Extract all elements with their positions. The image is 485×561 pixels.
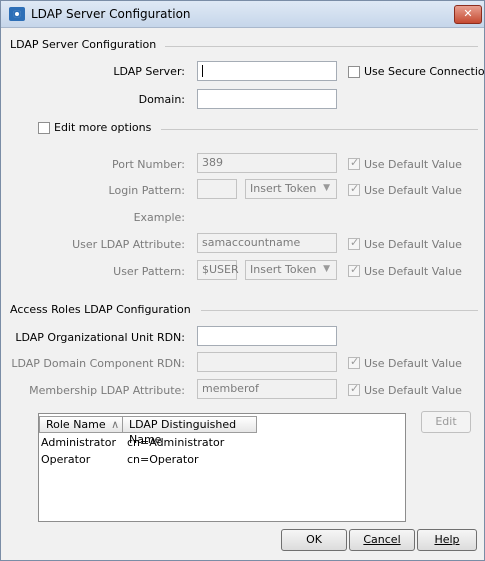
server-section-title: LDAP Server Configuration [10, 38, 157, 51]
membership-label: Membership LDAP Attribute: [29, 384, 185, 397]
edit-more-options-checkbox[interactable] [38, 122, 50, 134]
user-pattern-label: User Pattern: [113, 265, 185, 278]
dc-default-checkbox[interactable] [348, 355, 360, 369]
dc-default-label: Use Default Value [364, 357, 462, 370]
cancel-button[interactable]: Cancel [349, 529, 415, 551]
ldap-server-label: LDAP Server: [113, 65, 185, 78]
login-insert-token-select[interactable]: Insert Token ▼ [245, 179, 337, 199]
user-insert-token-select[interactable]: Insert Token ▼ [245, 260, 337, 280]
ldap-config-dialog: LDAP Server Configuration ✕ LDAP Server … [0, 0, 485, 561]
membership-default-checkbox[interactable] [348, 382, 360, 396]
ldap-server-input[interactable] [197, 61, 337, 81]
ok-button[interactable]: OK [281, 529, 347, 551]
app-icon [9, 7, 25, 21]
domain-label: Domain: [138, 93, 185, 106]
column-header-dn[interactable]: LDAP Distinguished Name [122, 416, 257, 446]
user-pattern-input[interactable]: $USER [197, 260, 239, 280]
table-cell-role[interactable]: Administrator [41, 436, 116, 449]
options-separator [161, 129, 478, 130]
user-attribute-label: User LDAP Attribute: [72, 238, 185, 251]
title-bar[interactable]: LDAP Server Configuration ✕ [1, 1, 484, 28]
help-button[interactable]: Help [417, 529, 477, 551]
port-default-label: Use Default Value [364, 158, 462, 171]
edit-button[interactable]: Edit [421, 411, 471, 433]
sort-ascending-icon: ∧ [111, 418, 120, 431]
secure-connection-label: Use Secure Connection [364, 65, 485, 78]
user-pattern-default-label: Use Default Value [364, 265, 462, 278]
user-attribute-default-label: Use Default Value [364, 238, 462, 251]
table-cell-dn[interactable]: cn=Operator [127, 453, 198, 466]
text-caret [202, 65, 203, 77]
insert-token-value: Insert Token [250, 182, 317, 195]
user-pattern-default-checkbox[interactable] [348, 263, 360, 277]
port-number-label: Port Number: [111, 158, 185, 171]
edit-more-options-label: Edit more options [54, 121, 152, 134]
chevron-down-icon: ▼ [323, 183, 330, 193]
table-cell-dn[interactable]: cn=Administrator [127, 436, 224, 449]
server-section-separator [165, 46, 478, 47]
membership-input[interactable]: memberof [197, 379, 337, 399]
column-header-role-name[interactable]: Role Name ∧ [39, 416, 123, 433]
login-pattern-input[interactable] [197, 179, 237, 199]
roles-section-separator [201, 310, 478, 311]
login-default-checkbox[interactable] [348, 182, 360, 196]
roles-section-title: Access Roles LDAP Configuration [10, 303, 191, 316]
chevron-down-icon: ▼ [323, 264, 330, 274]
ou-rdn-input[interactable] [197, 326, 337, 346]
dc-rdn-input[interactable] [197, 352, 337, 372]
domain-input[interactable] [197, 89, 337, 109]
table-cell-role[interactable]: Operator [41, 453, 90, 466]
roles-table[interactable]: Role Name ∧ LDAP Distinguished Name Admi… [38, 413, 406, 522]
login-pattern-label: Login Pattern: [108, 184, 185, 197]
login-default-label: Use Default Value [364, 184, 462, 197]
secure-connection-checkbox[interactable] [348, 66, 360, 78]
membership-default-label: Use Default Value [364, 384, 462, 397]
ou-rdn-label: LDAP Organizational Unit RDN: [15, 331, 185, 344]
port-default-checkbox[interactable] [348, 156, 360, 170]
window-title: LDAP Server Configuration [31, 7, 191, 21]
user-attribute-default-checkbox[interactable] [348, 236, 360, 250]
close-button[interactable]: ✕ [454, 5, 482, 24]
dc-rdn-label: LDAP Domain Component RDN: [11, 357, 185, 370]
port-number-input[interactable]: 389 [197, 153, 337, 173]
example-label: Example: [133, 211, 185, 224]
user-attribute-input[interactable]: samaccountname [197, 233, 337, 253]
insert-token-value: Insert Token [250, 263, 317, 276]
